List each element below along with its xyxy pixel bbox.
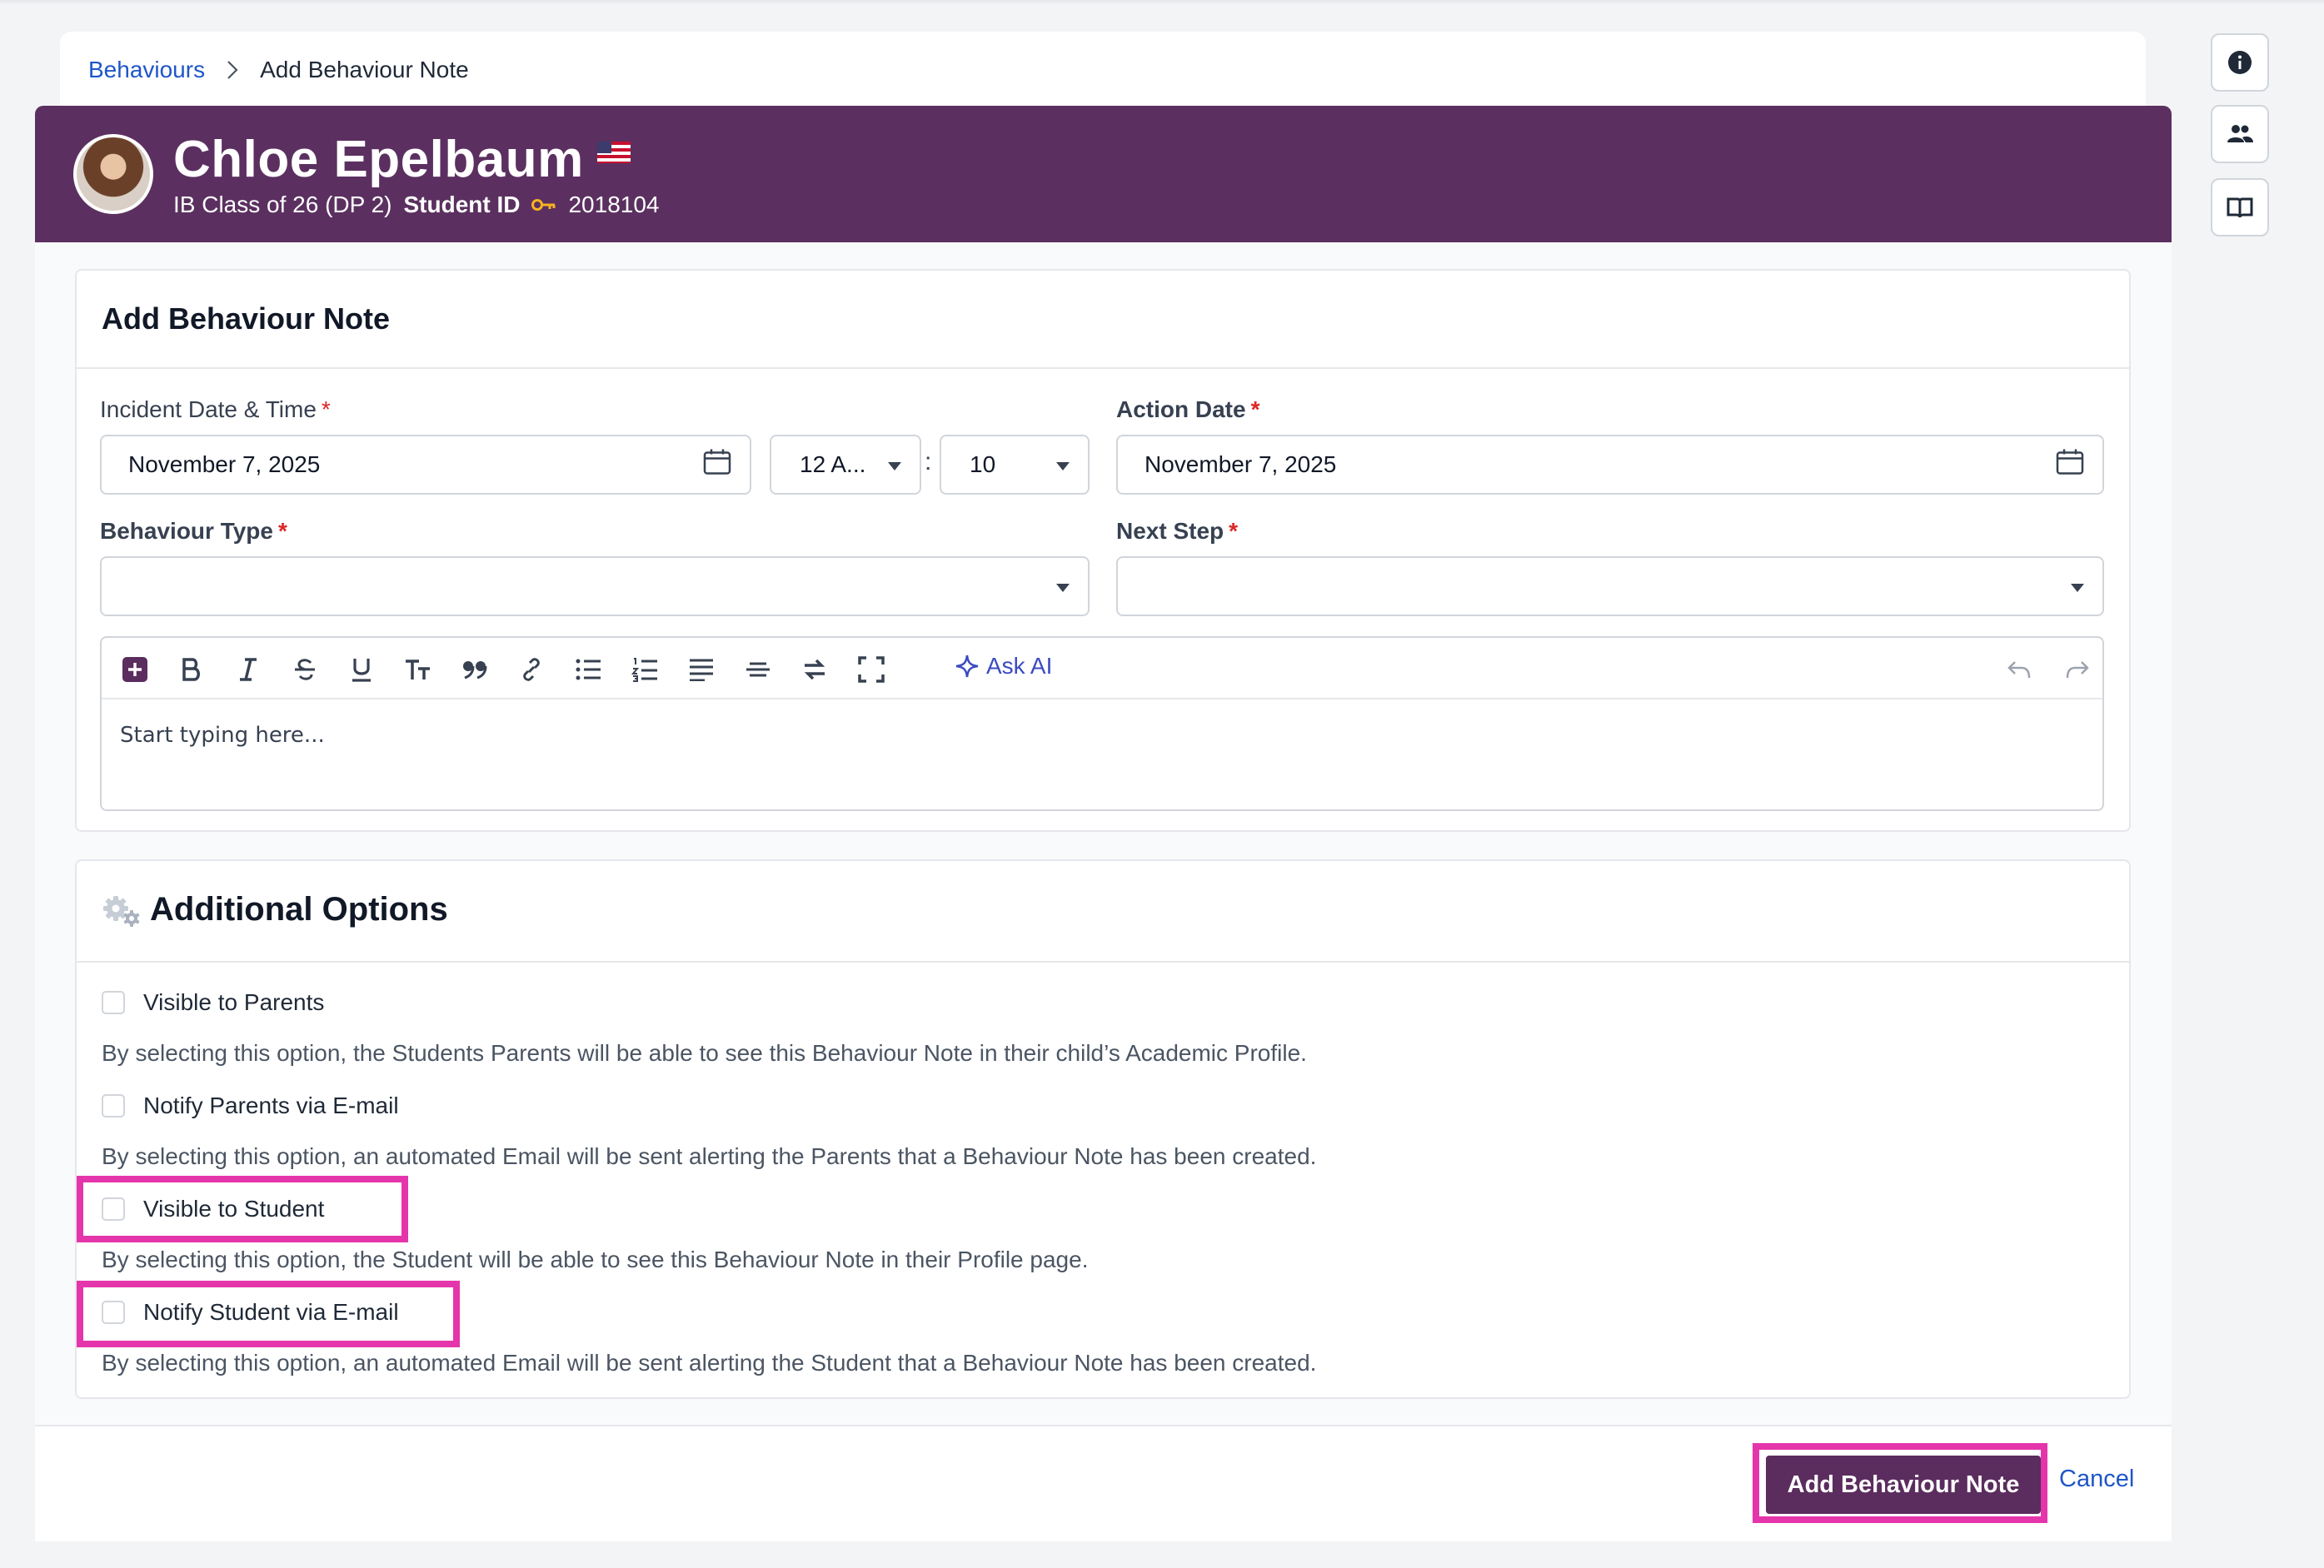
chevron-right-icon <box>227 60 238 80</box>
cancel-link[interactable]: Cancel <box>2059 1466 2134 1493</box>
calendar-icon[interactable] <box>703 449 731 481</box>
align-icon[interactable] <box>685 653 718 686</box>
incident-date-label: Incident Date & Time * <box>100 396 331 422</box>
chevron-down-icon <box>888 462 901 470</box>
notify-student-highlight <box>77 1281 460 1347</box>
options-divider <box>77 961 2129 963</box>
calendar-icon[interactable] <box>2056 449 2084 481</box>
incident-minute-select[interactable]: 10 <box>940 435 1090 495</box>
visible-to-student-highlight <box>77 1176 408 1242</box>
behaviour-type-label: Behaviour Type * <box>100 518 287 544</box>
add-icon[interactable] <box>118 653 152 686</box>
ask-ai-button[interactable]: Ask AI <box>955 653 1052 679</box>
action-date-value: November 7, 2025 <box>1145 451 1337 477</box>
link-icon[interactable] <box>515 653 548 686</box>
us-flag-icon <box>596 142 631 163</box>
info-button[interactable] <box>2211 33 2269 92</box>
numbered-list-icon[interactable] <box>628 653 661 686</box>
fullscreen-icon[interactable] <box>855 653 888 686</box>
student-name: Chloe Epelbaum <box>173 131 584 188</box>
users-icon <box>2227 125 2253 142</box>
student-class: IB Class of 26 (DP 2) <box>173 192 392 217</box>
behaviour-type-select[interactable] <box>100 556 1090 616</box>
incident-date-input[interactable]: November 7, 2025 <box>100 435 751 495</box>
student-header: Chloe Epelbaum IB Class of 26 (DP 2) Stu… <box>35 106 2172 242</box>
redo-icon[interactable] <box>2061 653 2094 686</box>
bold-icon[interactable] <box>175 653 208 686</box>
key-icon <box>531 192 556 218</box>
chevron-down-icon <box>1056 584 1070 592</box>
chevron-down-icon <box>2071 584 2084 592</box>
options-header: Additional Options <box>102 891 448 928</box>
info-icon <box>2228 51 2252 74</box>
action-date-label: Action Date * <box>1116 396 1260 422</box>
student-info: Chloe Epelbaum IB Class of 26 (DP 2) Stu… <box>173 130 660 218</box>
incident-date-value: November 7, 2025 <box>128 451 321 477</box>
editor-toolbar: Ask AI <box>102 638 2102 699</box>
student-id-label: Student ID <box>403 192 521 217</box>
chevron-down-icon <box>1056 462 1070 470</box>
underline-icon[interactable] <box>345 653 378 686</box>
next-step-label: Next Step * <box>1116 518 1239 544</box>
visible-to-parents-checkbox[interactable] <box>102 991 125 1014</box>
form-title: Add Behaviour Note <box>102 301 391 336</box>
add-behaviour-note-button[interactable]: Add Behaviour Note <box>1766 1456 2041 1514</box>
horizontal-rule-icon[interactable] <box>741 653 775 686</box>
editor-placeholder: Start typing here... <box>120 723 325 748</box>
breadcrumb-current: Add Behaviour Note <box>260 57 469 82</box>
form-title-divider <box>77 367 2129 369</box>
student-id-value: 2018104 <box>568 192 660 217</box>
action-date-input[interactable]: November 7, 2025 <box>1116 435 2104 495</box>
ask-ai-label: Ask AI <box>986 653 1053 679</box>
breadcrumb: Behaviours Add Behaviour Note <box>60 32 2146 108</box>
visible-to-parents-description: By selecting this option, the Students P… <box>102 1040 1307 1066</box>
book-button[interactable] <box>2211 178 2269 236</box>
notify-student-description: By selecting this option, an automated E… <box>102 1350 1317 1376</box>
notify-parents-label: Notify Parents via E-mail <box>143 1093 399 1118</box>
visible-to-parents-option[interactable]: Visible to Parents <box>102 989 324 1016</box>
breadcrumb-behaviours-link[interactable]: Behaviours <box>88 57 205 83</box>
incident-hour-value: 12 A... <box>800 451 866 477</box>
notify-parents-option[interactable]: Notify Parents via E-mail <box>102 1093 399 1119</box>
avatar <box>73 134 153 214</box>
gear-icon <box>103 895 140 927</box>
options-title: Additional Options <box>150 891 448 928</box>
top-edge <box>0 0 2324 5</box>
notify-parents-description: By selecting this option, an automated E… <box>102 1143 1317 1169</box>
visible-to-parents-label: Visible to Parents <box>143 989 325 1015</box>
time-separator: : <box>925 448 932 475</box>
sparkle-icon <box>955 655 979 678</box>
note-editor[interactable]: Ask AI Start typing here... <box>100 636 2104 811</box>
incident-minute-value: 10 <box>970 451 996 477</box>
notify-parents-checkbox[interactable] <box>102 1094 125 1118</box>
text-size-icon[interactable] <box>401 653 435 686</box>
next-step-select[interactable] <box>1116 556 2104 616</box>
undo-icon[interactable] <box>2002 653 2036 686</box>
book-icon <box>2227 197 2253 218</box>
incident-hour-select[interactable]: 12 A... <box>770 435 921 495</box>
italic-icon[interactable] <box>232 653 265 686</box>
bullet-list-icon[interactable] <box>571 653 605 686</box>
strikethrough-icon[interactable] <box>288 653 322 686</box>
users-button[interactable] <box>2211 105 2269 163</box>
visible-to-student-description: By selecting this option, the Student wi… <box>102 1247 1089 1272</box>
quote-icon[interactable] <box>458 653 491 686</box>
swap-icon[interactable] <box>798 653 831 686</box>
